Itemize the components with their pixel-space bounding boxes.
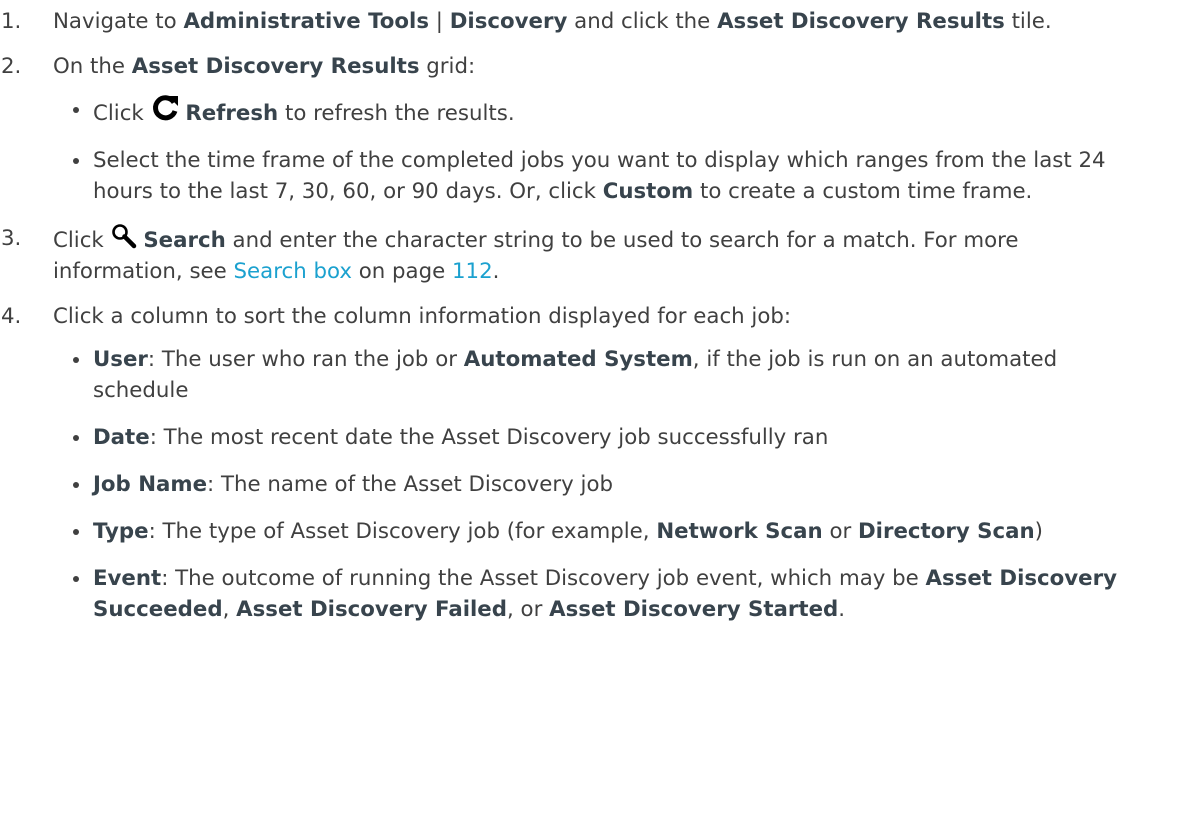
bullet-time-frame: Select the time frame of the completed j… [53, 145, 1143, 207]
bold-discovery: Discovery [449, 9, 568, 34]
text-run: , or [507, 597, 550, 622]
step-3: 3. Click Search and enter the character … [0, 223, 1153, 287]
bold-asset-discovery-results: Asset Discovery Results [717, 9, 1005, 34]
text-run: to create a custom time frame. [693, 179, 1033, 204]
text-run: and click the [567, 9, 718, 34]
text-run: : The most recent date the Asset Discove… [149, 425, 829, 450]
column-item-job-name: Job Name: The name of the Asset Discover… [53, 469, 1143, 500]
bold-custom: Custom [602, 179, 694, 204]
text-run: ) [1034, 519, 1043, 544]
bold-term: Directory Scan [858, 519, 1035, 544]
step-number: 1. [1, 9, 22, 34]
bold-refresh: Refresh [185, 101, 279, 126]
bold-term: User [93, 347, 148, 372]
text-run: . [838, 597, 846, 622]
bold-term: Date [93, 425, 150, 450]
bold-term: Event [93, 566, 162, 591]
step-number: 2. [1, 54, 22, 79]
column-item-event: Event: The outcome of running the Asset … [53, 563, 1143, 625]
bullet-dot [73, 158, 79, 164]
text-run: | [429, 9, 450, 34]
bold-term: Asset Discovery Failed [236, 597, 507, 622]
column-item-date: Date: The most recent date the Asset Dis… [53, 422, 1143, 453]
bullet-dot [73, 435, 79, 441]
text-run: Click [53, 228, 111, 253]
text-run: or [822, 519, 858, 544]
bold-asset-discovery-results: Asset Discovery Results [131, 54, 420, 79]
text-run: Navigate to [53, 9, 184, 34]
step-number: 3. [1, 226, 22, 251]
bold-term: Asset Discovery Started [549, 597, 839, 622]
step-text: On the Asset Discovery Results grid: [53, 54, 475, 79]
search-box-link[interactable]: Search box [234, 259, 352, 284]
procedure-document: 1. Navigate to Administrative Tools | Di… [0, 6, 1186, 641]
text-run: tile. [1004, 9, 1052, 34]
column-descriptions: User: The user who ran the job or Automa… [53, 344, 1153, 625]
text-run: to refresh the results. [278, 101, 515, 126]
text-run: , [222, 597, 237, 622]
bullet-refresh: Click Refresh to refresh the results. [53, 94, 1143, 129]
page-number-link[interactable]: 112 [452, 259, 493, 284]
bullet-dot [73, 357, 79, 363]
step-1: 1. Navigate to Administrative Tools | Di… [0, 6, 1153, 37]
text-run: : The user who ran the job or [147, 347, 464, 372]
step-text: Click a column to sort the column inform… [53, 304, 792, 329]
text-run: : The outcome of running the Asset Disco… [161, 566, 926, 591]
step-4: 4. Click a column to sort the column inf… [0, 301, 1153, 625]
bullet-dot [73, 107, 79, 113]
text-run: on page [351, 259, 452, 284]
bold-term: Type [93, 519, 149, 544]
step-2-bullets: Click Refresh to refresh the results. Se… [53, 94, 1153, 207]
text-run: On the [53, 54, 132, 79]
column-item-user: User: The user who ran the job or Automa… [53, 344, 1143, 406]
bullet-dot [73, 529, 79, 535]
text-run: Click [93, 101, 151, 126]
steps-list: 1. Navigate to Administrative Tools | Di… [0, 6, 1186, 625]
refresh-icon [151, 94, 179, 122]
column-item-type: Type: The type of Asset Discovery job (f… [53, 516, 1143, 547]
bold-term: Network Scan [656, 519, 823, 544]
text-run: : The name of the Asset Discovery job [207, 472, 613, 497]
bold-term: Automated System [463, 347, 693, 372]
step-2: 2. On the Asset Discovery Results grid: … [0, 51, 1153, 207]
text-run: . [492, 259, 500, 284]
text-run: : The type of Asset Discovery job (for e… [148, 519, 657, 544]
bold-term: Job Name [93, 472, 208, 497]
bullet-dot [73, 482, 79, 488]
bold-search: Search [143, 228, 226, 253]
step-text: Navigate to Administrative Tools | Disco… [53, 9, 1052, 34]
bold-administrative-tools: Administrative Tools [183, 9, 430, 34]
search-icon [111, 223, 137, 249]
text-run: grid: [419, 54, 476, 79]
step-number: 4. [1, 304, 22, 329]
bullet-dot [73, 576, 79, 582]
